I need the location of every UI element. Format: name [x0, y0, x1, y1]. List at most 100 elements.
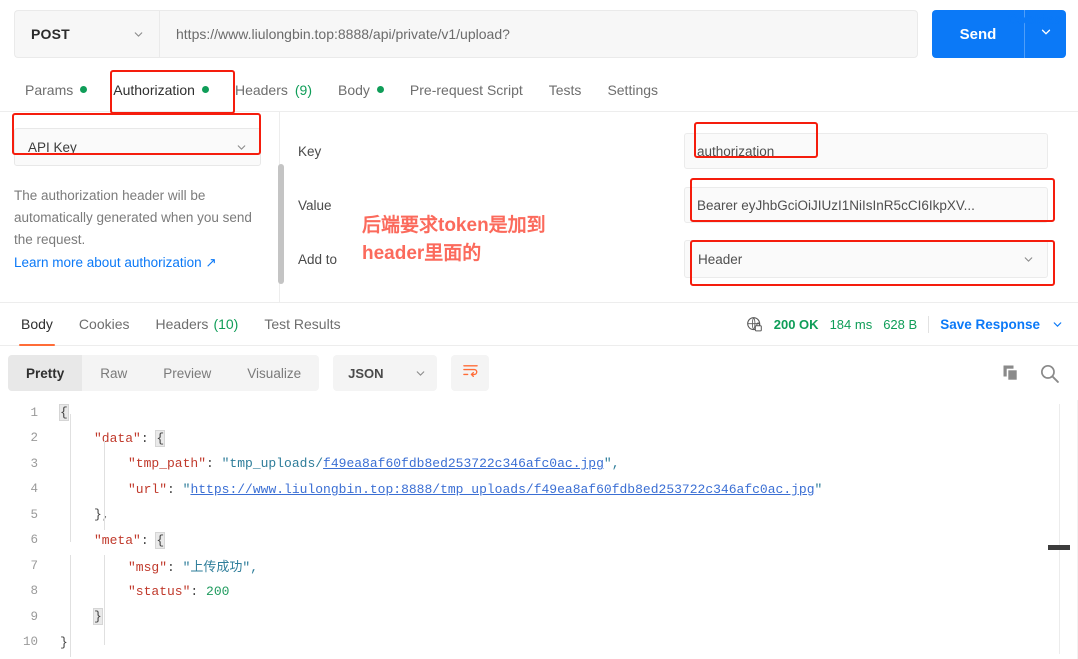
auth-addto-select[interactable]: Header [684, 240, 1048, 278]
request-tab-pre-request-script[interactable]: Pre-request Script [397, 68, 536, 112]
auth-addto-row: Add to Header [298, 232, 1048, 286]
view-mode-group: Pretty Raw Preview Visualize [8, 355, 320, 391]
code-token: "data" [94, 430, 141, 446]
request-tab-authorization[interactable]: Authorization [100, 68, 222, 112]
chevron-down-icon[interactable] [1051, 318, 1064, 331]
auth-type-select[interactable]: API Key [14, 128, 261, 166]
request-url-bar: POST https://www.liulongbin.top:8888/api… [0, 0, 1078, 68]
request-tab-params[interactable]: Params [12, 68, 100, 112]
request-tab-settings[interactable]: Settings [594, 68, 671, 112]
auth-addto-value: Header [698, 251, 743, 267]
http-method-select[interactable]: POST [14, 10, 159, 58]
code-line-number: 9 [30, 609, 38, 624]
view-mode-raw[interactable]: Raw [82, 355, 145, 391]
code-token: }, [94, 507, 110, 523]
response-status: 200 OK [773, 316, 819, 332]
external-link-icon: ↗ [205, 255, 217, 270]
code-token: : [190, 583, 207, 599]
auth-value-control: Bearer eyJhbGciOiJIUzI1NiIsInR5cCI6IkpXV… [684, 187, 1048, 223]
request-url-input[interactable]: https://www.liulongbin.top:8888/api/priv… [159, 10, 918, 58]
code-token: "status" [128, 583, 191, 599]
auth-type-column: API Key The authorization header will be… [0, 112, 284, 302]
code-line: 3 "tmp_path": "tmp_uploads/f49ea8af60fdb8… [0, 451, 1078, 477]
divider [928, 315, 930, 333]
code-line-content: "msg": "上传成功", [52, 556, 258, 575]
auth-addto-label: Add to [298, 251, 338, 267]
copy-icon[interactable] [1001, 363, 1021, 383]
request-tab-headers[interactable]: Headers (9) [222, 68, 325, 112]
response-tab-label: Body [21, 316, 53, 332]
response-tab-label: Test Results [264, 316, 341, 332]
auth-key-input[interactable]: authorization [684, 133, 1048, 169]
viewer-actions [1001, 363, 1064, 384]
auth-key-control: authorization [684, 133, 1048, 169]
code-token: : [167, 481, 183, 497]
code-token: " [814, 481, 823, 497]
response-tab-headers[interactable]: Headers (10) [143, 302, 252, 346]
code-line-content: { [52, 404, 69, 422]
code-line: 10} [0, 630, 1078, 656]
request-tab-count: (9) [294, 81, 312, 98]
code-line-content: "status": 200 [52, 584, 229, 599]
auth-description: The authorization header will be automat… [14, 185, 261, 274]
code-token: : [167, 560, 183, 576]
code-line-number: 10 [22, 635, 38, 650]
cookies-link[interactable]: Cookies [1008, 11, 1062, 27]
request-tab-bar: Params Authorization Headers (9) Body Pre-req… [0, 68, 1078, 112]
code-line: 4 "url": "https://www.liulongbin.top:8888… [0, 477, 1078, 503]
response-body-code[interactable]: 1{2 "data": {3 "tmp_path": "tmp_uploads/f4… [0, 400, 1078, 659]
view-mode-pretty[interactable]: Pretty [8, 355, 83, 391]
search-icon[interactable] [1039, 363, 1060, 384]
response-tab-test-results[interactable]: Test Results [251, 302, 353, 346]
globe-lock-icon [746, 316, 763, 333]
code-token: } [60, 634, 68, 650]
auth-value-input[interactable]: Bearer eyJhbGciOiJIUzI1NiIsInR5cCI6IkpXV… [684, 187, 1048, 223]
code-token: "msg" [128, 560, 168, 576]
code-token[interactable]: https://www.liulongbin.top:8888/tmp_uplo… [190, 482, 814, 497]
request-tab-body[interactable]: Body [325, 68, 397, 112]
code-scrollbar-thumb[interactable] [1048, 545, 1070, 550]
response-format-select[interactable]: JSON [333, 355, 438, 391]
code-token: } [93, 608, 103, 626]
request-tab-label: Headers [234, 81, 288, 98]
response-tab-body[interactable]: Body [8, 302, 66, 346]
code-line-number: 8 [30, 584, 38, 599]
auth-type-value: API Key [28, 139, 77, 155]
http-method-label: POST [31, 26, 70, 42]
code-scrollbar-track[interactable] [1059, 404, 1060, 654]
chevron-down-icon [235, 141, 248, 154]
response-meta: 200 OK 184 ms 628 B Save Response [746, 302, 1064, 346]
response-viewer-toolbar: Pretty Raw Preview Visualize JSON [0, 346, 1078, 400]
code-line-content: } [52, 608, 103, 626]
request-tab-tests[interactable]: Tests [536, 68, 595, 112]
view-mode-preview[interactable]: Preview [145, 355, 229, 391]
chevron-down-icon [1039, 25, 1053, 44]
wrap-lines-button[interactable] [451, 355, 490, 391]
modified-dot-icon [201, 86, 209, 93]
code-token[interactable]: f49ea8af60fdb8ed253722c346afc0ac.jpg [323, 456, 604, 471]
code-line-content: } [52, 635, 68, 650]
response-format-value: JSON [348, 365, 384, 381]
code-token: : [140, 430, 157, 446]
code-token: ", [603, 456, 620, 472]
code-line: 7 "msg": "上传成功", [0, 553, 1078, 579]
modified-dot-icon [80, 86, 88, 93]
code-line-number: 5 [30, 507, 38, 522]
chevron-down-icon [414, 367, 427, 380]
auth-value-label: Value [298, 197, 332, 213]
code-line-content: }, [52, 507, 110, 522]
response-size: 628 B [883, 316, 918, 332]
code-line-number: 4 [30, 482, 38, 497]
save-response-button[interactable]: Save Response [940, 317, 1040, 332]
view-mode-visualize[interactable]: Visualize [229, 355, 319, 391]
code-line: 2 "data": { [0, 426, 1078, 452]
auth-fields-column: Key authorization Value Bearer eyJhbGciO… [280, 112, 1078, 302]
code-line-content: "data": { [52, 429, 166, 447]
wrap-lines-icon [462, 362, 479, 384]
code-line: 1{ [0, 400, 1078, 426]
response-tab-cookies[interactable]: Cookies [66, 302, 143, 346]
auth-addto-control: Header [684, 240, 1048, 278]
response-tab-count: (10) [213, 316, 239, 332]
learn-more-link[interactable]: Learn more about authorization ↗ [14, 252, 217, 274]
code-token: "tmp_uploads/ [221, 456, 324, 472]
